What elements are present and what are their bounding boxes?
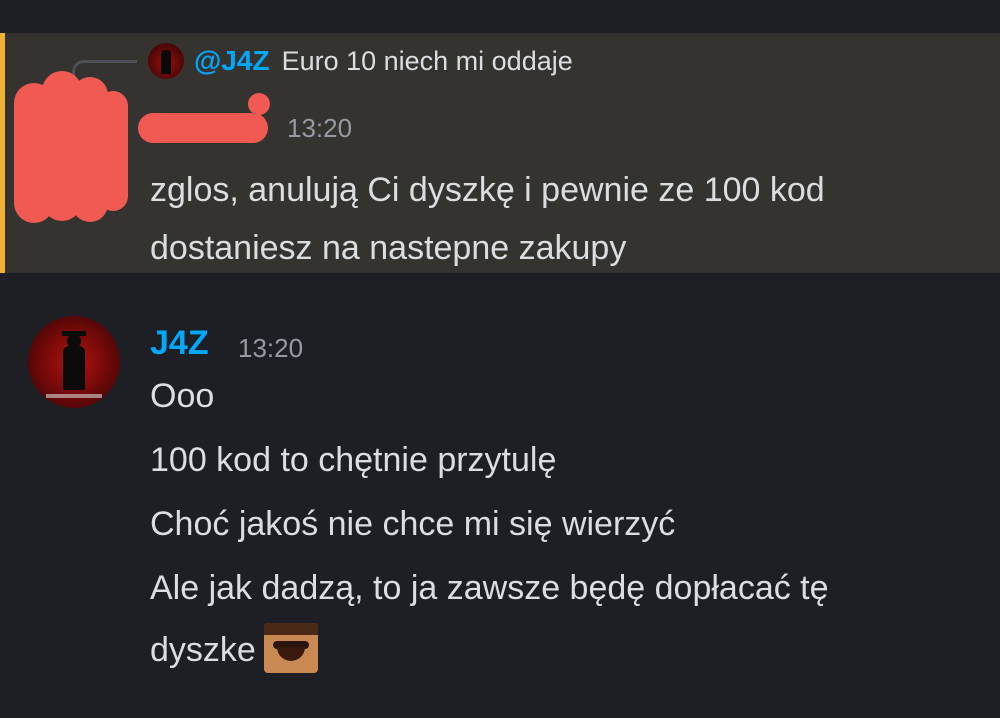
message-text: zglos, anulują Ci dyszkę i pewnie ze 100… <box>150 171 825 267</box>
redacted-avatar <box>10 63 132 223</box>
reply-author-mention[interactable]: @J4Z <box>194 45 270 77</box>
redacted-username <box>138 91 278 151</box>
message-author[interactable]: J4Z <box>150 324 209 363</box>
mentioned-message[interactable]: @J4Z Euro 10 niech mi oddaje 13:20 zglos… <box>0 33 1000 273</box>
reply-preview[interactable]: @J4Z Euro 10 niech mi oddaje <box>148 41 573 81</box>
message-line: Ale jak dadzą, to ja zawsze będę dopłaca… <box>150 569 829 607</box>
user-avatar[interactable] <box>28 316 120 408</box>
reply-avatar[interactable] <box>148 43 184 79</box>
reply-preview-text[interactable]: Euro 10 niech mi oddaje <box>282 46 573 77</box>
message-timestamp: 13:20 <box>238 333 304 363</box>
message-line: dyszke <box>150 630 256 669</box>
message-line: Ooo <box>150 377 215 415</box>
message-timestamp: 13:20 <box>287 113 353 143</box>
message-line: 100 kod to chętnie przytulę <box>150 441 557 479</box>
mention-highlight-bar <box>0 33 5 273</box>
message-line-with-emoji: dyszke <box>150 623 318 677</box>
message-line: Choć jakoś nie chce mi się wierzyć <box>150 505 676 543</box>
chat-view: @J4Z Euro 10 niech mi oddaje 13:20 zglos… <box>0 0 1000 718</box>
laughing-mustache-man-emoji-icon[interactable] <box>263 623 318 673</box>
